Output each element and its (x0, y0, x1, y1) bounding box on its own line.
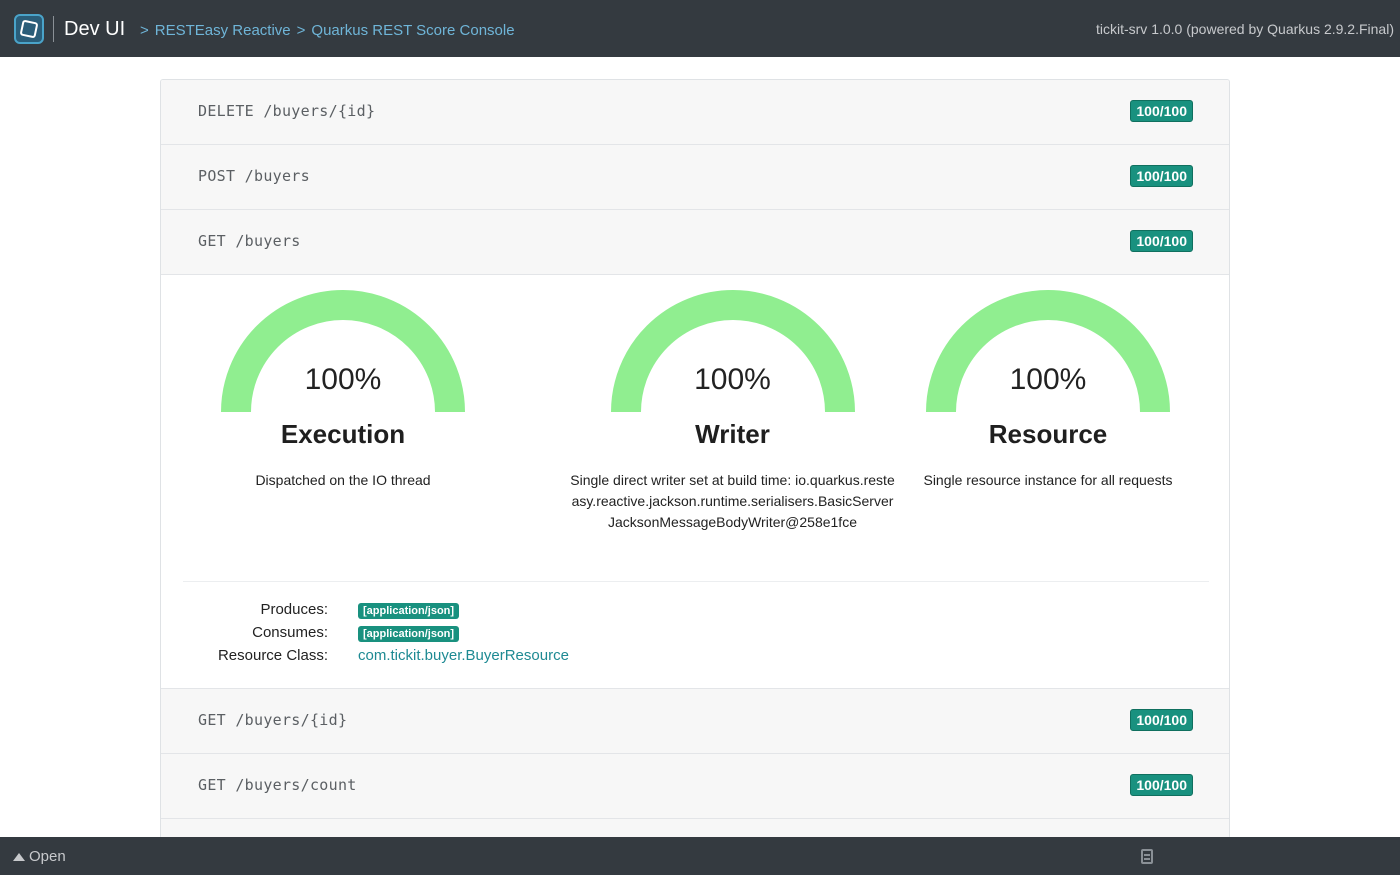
gauge-percent: 100% (304, 363, 382, 396)
app-title[interactable]: Dev UI (64, 18, 125, 41)
resource-class-link[interactable]: com.tickit.buyer.BuyerResource (358, 647, 569, 664)
endpoint-label: GET /buyers/{id} (198, 711, 348, 729)
endpoint-label: DELETE /buyers/{id} (198, 102, 376, 120)
top-navbar: Dev UI > RESTEasy Reactive > Quarkus RES… (0, 0, 1400, 57)
resource-class-label: Resource Class: (217, 647, 328, 664)
endpoint-list: DELETE /buyers/{id} 100/100 POST /buyers… (160, 79, 1230, 839)
caret-up-icon (13, 852, 25, 861)
gauge-description: Single direct writer set at build time: … (570, 472, 895, 530)
gauge-percent: 100% (694, 363, 771, 396)
bottom-drawer-bar: Open (0, 837, 1400, 875)
endpoint-row[interactable] (161, 819, 1229, 838)
open-drawer-button[interactable]: Open (13, 848, 66, 865)
endpoint-label: POST /buyers (198, 167, 310, 185)
endpoint-metadata: Produces: [application/json] Consumes: [… (161, 601, 761, 670)
endpoint-row[interactable]: GET /buyers/{id} 100/100 (161, 689, 1229, 754)
score-badge: 100/100 (1130, 100, 1193, 122)
gauge-execution: 100% Execution Dispatched on the IO thre… (218, 290, 468, 491)
gauge-writer: 100% Writer Single direct writer set at … (570, 290, 895, 533)
breadcrumb-item-score-console: Quarkus REST Score Console (311, 22, 515, 39)
breadcrumb-item-resteasy[interactable]: RESTEasy Reactive (155, 22, 291, 39)
gauge-description: Single resource instance for all request… (923, 472, 1173, 488)
gauge-description: Dispatched on the IO thread (255, 472, 431, 488)
gauge-percent: 100% (1009, 363, 1087, 396)
endpoint-row-expanded[interactable]: GET /buyers 100/100 (161, 210, 1229, 275)
breadcrumb-separator: > (296, 22, 306, 39)
score-badge: 100/100 (1130, 165, 1193, 187)
score-badge: 100/100 (1130, 774, 1193, 796)
endpoint-detail: 100% Execution Dispatched on the IO thre… (161, 275, 1229, 689)
score-badge: 100/100 (1130, 230, 1193, 252)
gauge-title: Execution (280, 419, 406, 449)
log-file-icon[interactable] (1141, 849, 1153, 864)
produces-badge: [application/json] (358, 603, 460, 619)
endpoint-row[interactable]: DELETE /buyers/{id} 100/100 (161, 80, 1229, 145)
divider (53, 16, 54, 42)
gauge-resource: 100% Resource Single resource instance f… (918, 290, 1178, 491)
endpoint-label: GET /buyers (198, 232, 301, 250)
quarkus-logo-icon[interactable] (14, 14, 44, 44)
produces-label: Produces: (260, 601, 328, 618)
breadcrumb: > RESTEasy Reactive > Quarkus REST Score… (140, 22, 515, 39)
score-badge: 100/100 (1130, 709, 1193, 731)
divider (183, 581, 1209, 582)
gauge-title: Writer (695, 419, 770, 449)
consumes-badge: [application/json] (358, 626, 460, 642)
gauge-title: Resource (988, 419, 1108, 449)
breadcrumb-separator: > (140, 22, 149, 39)
endpoint-label: GET /buyers/count (198, 776, 357, 794)
open-label: Open (29, 848, 66, 865)
version-info: tickit-srv 1.0.0 (powered by Quarkus 2.9… (1095, 21, 1394, 37)
consumes-label: Consumes: (252, 624, 328, 641)
endpoint-row[interactable]: GET /buyers/count 100/100 (161, 754, 1229, 819)
endpoint-row[interactable]: POST /buyers 100/100 (161, 145, 1229, 210)
